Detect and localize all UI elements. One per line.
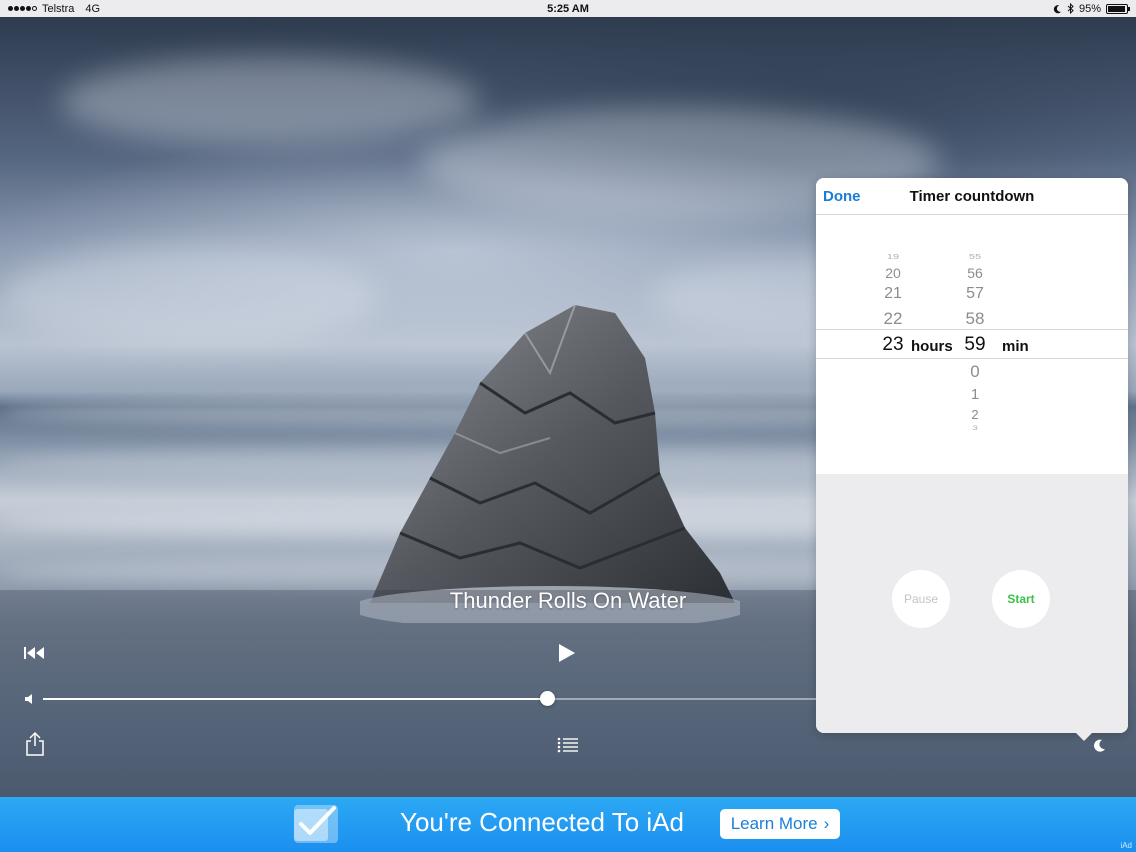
- status-bar: Telstra 4G 5:25 AM 95%: [0, 0, 1136, 17]
- previous-track-icon[interactable]: [22, 643, 48, 663]
- picker-value: 19: [886, 252, 900, 262]
- battery-icon: [1106, 3, 1130, 14]
- iad-banner[interactable]: You're Connected To iAd Learn More › iAd: [0, 797, 1136, 852]
- signal-dots-icon: [8, 6, 37, 11]
- status-time: 5:25 AM: [547, 2, 589, 15]
- picker-value: 3: [972, 425, 978, 432]
- picker-value: 2: [971, 407, 979, 422]
- play-icon[interactable]: [556, 641, 578, 665]
- chevron-right-icon: ›: [823, 814, 830, 833]
- popover-header: Done Timer countdown: [816, 178, 1128, 215]
- sea-rock-image: [360, 304, 740, 623]
- picker-value: 0: [970, 362, 980, 381]
- start-button[interactable]: Start: [992, 570, 1050, 628]
- hours-unit-label: hours: [911, 338, 953, 355]
- learn-more-label: Learn More: [730, 814, 818, 833]
- popover-title: Timer countdown: [909, 187, 1035, 205]
- sleep-timer-moon-icon[interactable]: [1093, 738, 1107, 752]
- pause-button[interactable]: Pause: [892, 570, 950, 628]
- network-label: 4G: [85, 2, 101, 15]
- picker-value: 58: [965, 309, 985, 328]
- minutes-unit-label: min: [1002, 338, 1029, 355]
- timer-controls: Pause Start: [816, 474, 1128, 733]
- learn-more-button[interactable]: Learn More ›: [720, 809, 840, 839]
- picker-value: 1: [970, 386, 980, 403]
- bluetooth-icon: [1067, 3, 1074, 14]
- volume-icon: [25, 694, 32, 704]
- ad-message: You're Connected To iAd: [400, 807, 684, 837]
- iad-tag: iAd: [1120, 841, 1132, 850]
- hours-wheel[interactable]: 19 20 21 22 23 hours: [868, 215, 952, 474]
- volume-slider-fill: [43, 698, 547, 700]
- checkmark-icon: [294, 805, 338, 843]
- popover-arrow: [1074, 731, 1094, 741]
- playlist-icon[interactable]: [557, 737, 579, 753]
- volume-slider-thumb[interactable]: [540, 691, 555, 706]
- selected-minutes: 59: [964, 334, 986, 355]
- done-button[interactable]: Done: [823, 188, 861, 205]
- moon-icon: [1053, 4, 1062, 13]
- battery-percent: 95%: [1078, 2, 1101, 15]
- timer-popover: Done Timer countdown 19 20 21 22 23 hour…: [816, 178, 1128, 741]
- carrier-label: Telstra: [42, 2, 75, 15]
- picker-value: 56: [967, 265, 983, 281]
- status-left: Telstra 4G: [8, 3, 100, 15]
- countdown-picker[interactable]: 19 20 21 22 23 hours 55 56 57 58 59 min …: [816, 215, 1128, 474]
- share-icon[interactable]: [24, 731, 46, 757]
- status-right: 95%: [1053, 2, 1130, 15]
- picker-value: 20: [885, 265, 901, 281]
- minutes-wheel[interactable]: 55 56 57 58 59 min 0 1 2 3: [950, 215, 1030, 474]
- picker-value: 57: [966, 285, 984, 302]
- picker-value: 55: [968, 252, 982, 262]
- picker-value: 21: [884, 285, 902, 302]
- picker-value: 22: [883, 309, 903, 328]
